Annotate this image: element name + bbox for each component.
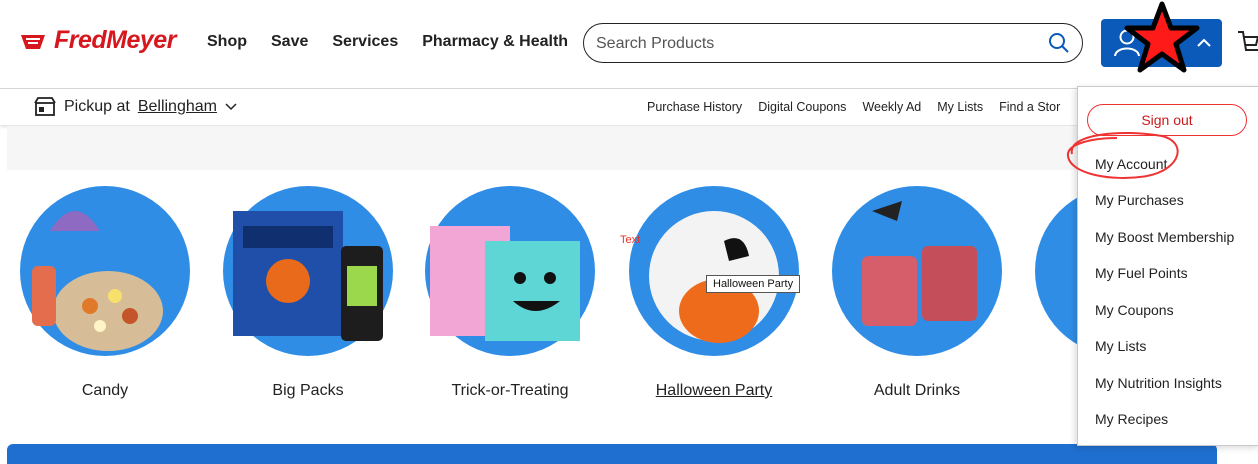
category-label[interactable]: Halloween Party xyxy=(629,382,799,400)
oreo-pack-icon xyxy=(233,211,383,341)
pickup-prefix: Pickup at xyxy=(64,98,130,115)
fred-meyer-logo[interactable]: FredMeyer xyxy=(18,26,176,55)
utility-links: Purchase History Digital Coupons Weekly … xyxy=(647,100,1060,114)
category-label[interactable]: Trick-or-Treating xyxy=(425,382,595,400)
link-purchase-history[interactable]: Purchase History xyxy=(647,100,742,114)
category-image xyxy=(832,186,1002,356)
menu-my-lists[interactable]: My Lists xyxy=(1095,338,1146,354)
search-bar xyxy=(583,23,1083,63)
link-weekly-ad[interactable]: Weekly Ad xyxy=(862,100,921,114)
section-heading-band xyxy=(7,126,1077,170)
category-tile-halloween-party[interactable]: Halloween Party xyxy=(629,186,799,399)
menu-my-nutrition-insights[interactable]: My Nutrition Insights xyxy=(1095,375,1222,391)
link-my-lists[interactable]: My Lists xyxy=(937,100,983,114)
logo-text: FredMeyer xyxy=(54,26,176,54)
category-tile-trick-or-treating[interactable]: Trick-or-Treating xyxy=(425,186,595,399)
circle-annotation xyxy=(1067,132,1179,179)
tooltip: Halloween Party xyxy=(706,275,801,293)
menu-my-recipes[interactable]: My Recipes xyxy=(1095,411,1168,427)
pickup-location[interactable]: Bellingham xyxy=(138,98,217,116)
category-tile-big-packs[interactable]: Big Packs xyxy=(223,186,393,399)
search-input[interactable] xyxy=(594,32,1038,56)
category-tile-candy[interactable]: Candy xyxy=(20,186,190,399)
main-nav: Shop Save Services Pharmacy & Health xyxy=(207,33,568,51)
pickup-selector[interactable]: Pickup at Bellingham xyxy=(34,97,237,117)
cocktail-glasses-icon xyxy=(862,201,977,326)
link-digital-coupons[interactable]: Digital Coupons xyxy=(758,100,846,114)
party-plate-icon xyxy=(649,211,779,343)
category-image xyxy=(223,186,393,356)
menu-my-fuel-points[interactable]: My Fuel Points xyxy=(1095,265,1188,281)
menu-my-boost-membership[interactable]: My Boost Membership xyxy=(1095,229,1234,245)
category-label[interactable]: Adult Drinks xyxy=(832,382,1002,400)
star-annotation-icon xyxy=(1124,1,1200,73)
sub-header: Pickup at Bellingham Purchase History Di… xyxy=(0,89,1258,125)
category-label[interactable]: Big Packs xyxy=(223,382,393,400)
basket-icon xyxy=(21,34,45,49)
candy-jar-icon xyxy=(32,211,163,351)
nav-pharmacy-health[interactable]: Pharmacy & Health xyxy=(422,33,568,51)
link-find-a-store[interactable]: Find a Stor xyxy=(999,100,1060,114)
nav-shop[interactable]: Shop xyxy=(207,33,247,51)
treat-bags-icon xyxy=(430,226,580,341)
category-tile-adult-drinks[interactable]: Adult Drinks xyxy=(832,186,1002,399)
category-image xyxy=(425,186,595,356)
category-label[interactable]: Candy xyxy=(20,382,190,400)
text-annotation: Text xyxy=(620,234,641,246)
nav-services[interactable]: Services xyxy=(332,33,398,51)
nav-save[interactable]: Save xyxy=(271,33,308,51)
top-header: FredMeyer Shop Save Services Pharmacy & … xyxy=(0,0,1258,89)
category-image xyxy=(629,186,799,356)
menu-my-purchases[interactable]: My Purchases xyxy=(1095,192,1184,208)
chevron-down-icon xyxy=(225,103,237,111)
store-icon xyxy=(34,97,56,116)
cart-icon[interactable] xyxy=(1236,28,1258,58)
search-icon[interactable] xyxy=(1048,32,1070,54)
promo-banner[interactable] xyxy=(7,444,1217,464)
menu-my-coupons[interactable]: My Coupons xyxy=(1095,302,1174,318)
category-image xyxy=(20,186,190,356)
